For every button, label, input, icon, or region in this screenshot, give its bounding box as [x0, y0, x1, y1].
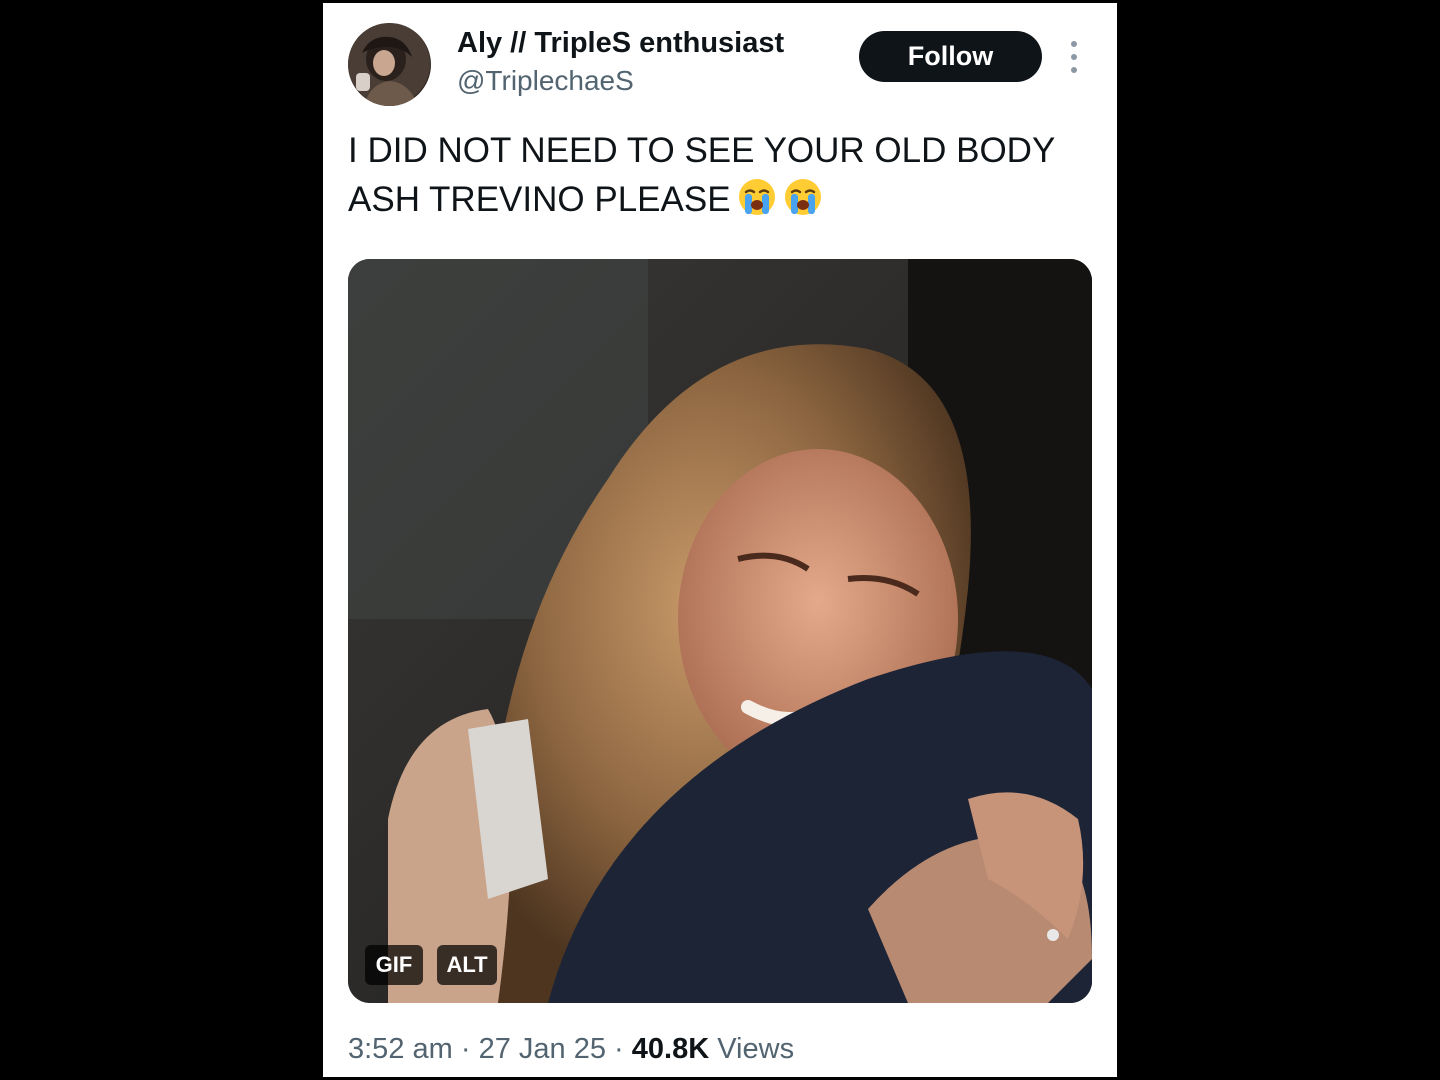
- loudly-crying-face-icon: [784, 179, 821, 215]
- author-handle[interactable]: @TriplechaeS: [457, 65, 634, 97]
- tweet-card: Aly // TripleS enthusiast @TriplechaeS F…: [323, 3, 1117, 1077]
- tweet-meta: 3:52 am · 27 Jan 25 · 40.8K Views: [348, 1033, 794, 1066]
- views-label: Views: [717, 1033, 795, 1065]
- tweet-time[interactable]: 3:52 am: [348, 1033, 453, 1065]
- author-display-name[interactable]: Aly // TripleS enthusiast: [457, 27, 784, 60]
- avatar-image: [348, 23, 430, 106]
- tweet-date[interactable]: 27 Jan 25: [479, 1033, 606, 1065]
- author-avatar[interactable]: [348, 23, 431, 106]
- alt-text-button[interactable]: ALT: [437, 945, 497, 985]
- views-count[interactable]: 40.8K: [632, 1033, 709, 1065]
- more-dot: [1071, 41, 1077, 47]
- tweet-text: I DID NOT NEED TO SEE YOUR OLD BODY ASH …: [348, 131, 1055, 219]
- meta-separator: ·: [614, 1033, 624, 1065]
- loudly-crying-face-icon: [738, 179, 775, 215]
- tweet-text-block: I DID NOT NEED TO SEE YOUR OLD BODY ASH …: [348, 126, 1088, 224]
- tweet-media-gif[interactable]: GIF ALT: [348, 259, 1092, 1003]
- more-dot: [1071, 54, 1077, 60]
- gif-frame: [348, 259, 1092, 1003]
- more-vertical-icon[interactable]: [1062, 41, 1086, 73]
- meta-separator: ·: [460, 1033, 471, 1065]
- more-dot: [1071, 67, 1077, 73]
- gif-badge: GIF: [365, 945, 423, 985]
- follow-button[interactable]: Follow: [859, 31, 1042, 82]
